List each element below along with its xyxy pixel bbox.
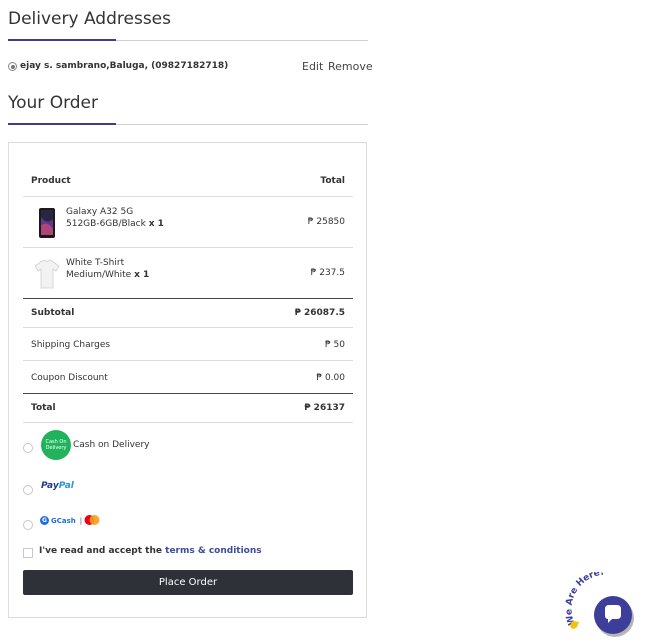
cod-label: Cash on Delivery — [73, 440, 150, 450]
product-title: White T-Shirt — [66, 258, 125, 268]
cod-radio[interactable] — [23, 443, 33, 453]
delivery-title: Delivery Addresses — [8, 9, 171, 29]
divider — [23, 422, 353, 423]
subtotal-value: ₱ 26087.5 — [294, 308, 345, 318]
divider — [23, 298, 353, 299]
item-total: ₱ 25850 — [307, 217, 345, 227]
product-column-header: Product — [31, 176, 71, 186]
shipping-label: Shipping Charges — [31, 340, 111, 350]
gcash-separator: | — [79, 516, 83, 525]
delivery-divider-accent — [8, 39, 116, 41]
total-label: Total — [31, 403, 56, 413]
gcash-logo: G GCash | — [40, 516, 82, 525]
product-name: White T-Shirt Medium/White x 1 — [66, 257, 149, 281]
tshirt-image — [34, 259, 60, 289]
coupon-label: Coupon Discount — [31, 373, 108, 383]
item-total: ₱ 237.5 — [310, 268, 345, 278]
gcash-radio[interactable] — [23, 520, 33, 530]
divider — [23, 327, 353, 328]
product-title: Galaxy A32 5G — [66, 207, 134, 217]
order-divider-accent — [8, 123, 116, 125]
coupon-value: ₱ 0.00 — [316, 373, 345, 383]
edit-address-link[interactable]: Edit — [302, 60, 323, 73]
product-qty: x 1 — [148, 219, 164, 229]
terms-link[interactable]: terms & conditions — [165, 546, 261, 556]
product-qty: x 1 — [134, 270, 150, 280]
terms-checkbox[interactable] — [23, 548, 33, 558]
product-variant: Medium/White x 1 — [66, 270, 150, 280]
subtotal-label: Subtotal — [31, 308, 75, 318]
total-value: ₱ 26137 — [304, 403, 345, 413]
order-title: Your Order — [8, 93, 99, 113]
order-summary-box: Product Total Galaxy A32 5G 512GB-6GB/Bl… — [8, 142, 367, 618]
place-order-button[interactable]: Place Order — [23, 570, 353, 595]
divider — [23, 393, 353, 394]
product-variant: 512GB-6GB/Black x 1 — [66, 219, 164, 229]
total-column-header: Total — [320, 176, 345, 186]
shipping-value: ₱ 50 — [324, 340, 345, 350]
divider — [23, 247, 353, 248]
address-text: ejay s. sambrano,Baluga, (09827182718) — [20, 61, 229, 71]
phone-image — [39, 208, 55, 238]
remove-address-link[interactable]: Remove — [328, 60, 373, 73]
address-radio[interactable] — [8, 62, 17, 71]
cash-on-delivery-logo: Cash On Delivery — [41, 430, 71, 460]
mastercard-icon — [84, 515, 100, 525]
chat-widget[interactable]: We Are Here! — [565, 572, 640, 637]
paypal-logo: PayPal — [41, 481, 74, 491]
product-name: Galaxy A32 5G 512GB-6GB/Black x 1 — [66, 206, 164, 230]
paypal-radio[interactable] — [23, 485, 33, 495]
gcash-icon: G — [40, 516, 49, 525]
address-row: ejay s. sambrano,Baluga, (09827182718) E… — [8, 60, 373, 74]
divider — [23, 196, 353, 197]
divider — [23, 360, 353, 361]
terms-text: I've read and accept the terms & conditi… — [39, 546, 262, 556]
